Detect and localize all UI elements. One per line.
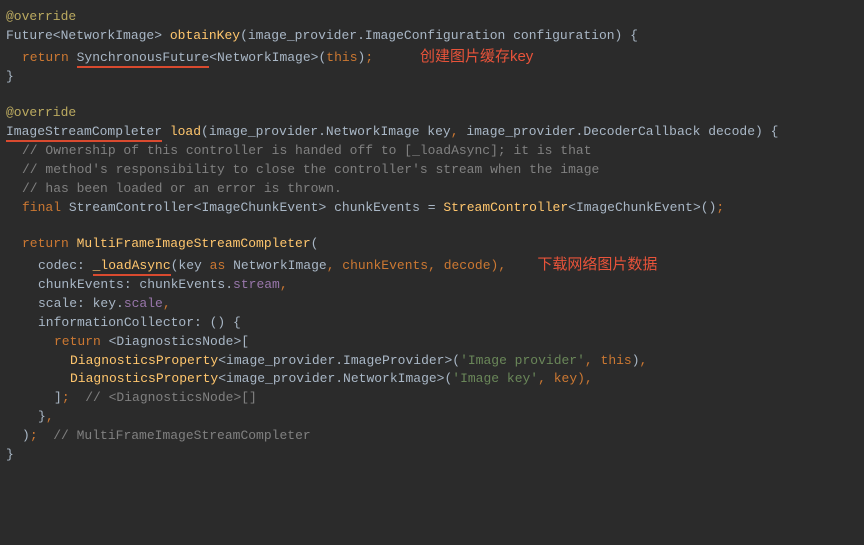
obtainKey-return: return SynchronousFuture<NetworkImage>(t…	[6, 46, 858, 68]
note-create-cache-key: 创建图片缓存key	[420, 48, 533, 65]
annotation-line: @override	[6, 8, 858, 27]
obtainKey-close: }	[6, 68, 858, 87]
note-download: 下载网络图片数据	[537, 256, 657, 273]
load-close: }	[6, 446, 858, 465]
list-close: ]; // <DiagnosticsNode>[]	[6, 389, 858, 408]
chunkevents-decl: final StreamController<ImageChunkEvent> …	[6, 199, 858, 218]
return-mfisc: return MultiFrameImageStreamCompleter(	[6, 235, 858, 254]
mfisc-close: ); // MultiFrameImageStreamCompleter	[6, 427, 858, 446]
codec-line: codec: _loadAsync(key as NetworkImage, c…	[6, 254, 858, 276]
synchronousfuture-underlined: SynchronousFuture	[77, 50, 210, 68]
infocollector-open: informationCollector: () {	[6, 314, 858, 333]
code-block: @override Future<NetworkImage> obtainKey…	[6, 8, 858, 465]
method-name: obtainKey	[170, 28, 240, 43]
override-annotation: @override	[6, 9, 76, 24]
obtainKey-signature: Future<NetworkImage> obtainKey(image_pro…	[6, 27, 858, 46]
chunkevents-arg: chunkEvents: chunkEvents.stream,	[6, 276, 858, 295]
loadasync-underlined: _loadAsync	[93, 258, 171, 276]
annotation-line: @override	[6, 104, 858, 123]
comment-line: // Ownership of this controller is hande…	[6, 142, 858, 161]
scale-arg: scale: key.scale,	[6, 295, 858, 314]
blank-line	[6, 217, 858, 235]
method-name: load	[162, 124, 201, 139]
diagnostics-prop-2: DiagnosticsProperty<image_provider.Netwo…	[6, 370, 858, 389]
blank-line	[6, 86, 858, 104]
comment-line: // method's responsibility to close the …	[6, 161, 858, 180]
info-return: return <DiagnosticsNode>[	[6, 333, 858, 352]
diagnostics-prop-1: DiagnosticsProperty<image_provider.Image…	[6, 352, 858, 371]
load-signature: ImageStreamCompleter load(image_provider…	[6, 123, 858, 142]
comment-line: // has been loaded or an error is thrown…	[6, 180, 858, 199]
imagestreamcompleter-underlined: ImageStreamCompleter	[6, 124, 162, 142]
info-close: },	[6, 408, 858, 427]
